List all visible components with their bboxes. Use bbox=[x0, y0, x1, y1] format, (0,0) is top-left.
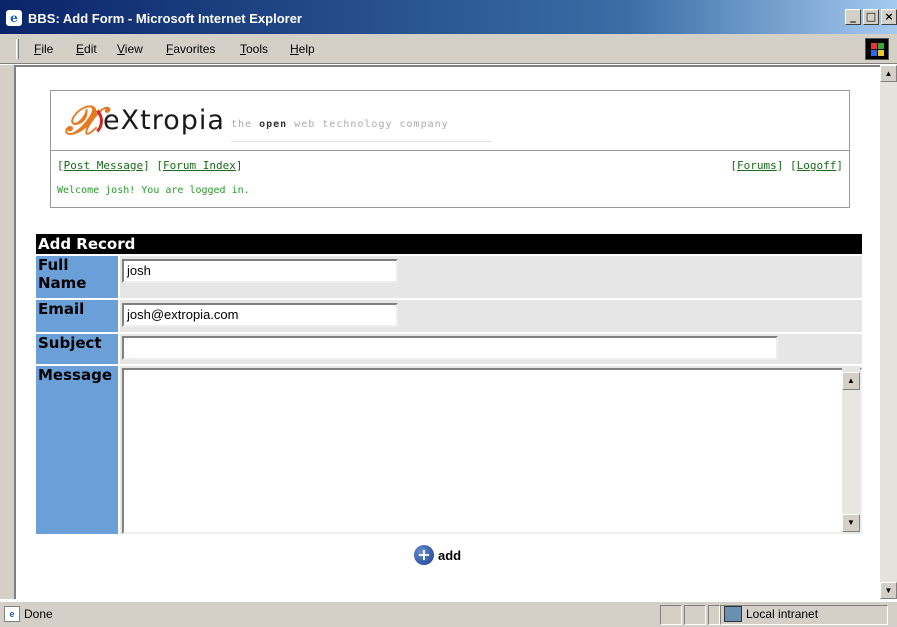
menu-file[interactable]: File bbox=[34, 42, 53, 56]
scroll-up-arrow-icon[interactable]: ▲ bbox=[880, 65, 897, 82]
minimize-button[interactable]: _ bbox=[845, 9, 861, 25]
close-button[interactable]: × bbox=[881, 9, 897, 25]
window-title: BBS: Add Form - Microsoft Internet Explo… bbox=[28, 11, 302, 26]
status-pane-2 bbox=[684, 605, 706, 625]
page-scrollbar[interactable]: ▲ ▼ bbox=[880, 65, 897, 599]
local-intranet-icon bbox=[724, 606, 742, 622]
email-row: Email josh@extropia.com bbox=[36, 300, 862, 332]
tagline-underline bbox=[231, 141, 491, 142]
tagline-post: web technology company bbox=[287, 119, 449, 130]
windows-logo-icon bbox=[865, 38, 889, 60]
security-zone: Local intranet bbox=[724, 606, 818, 622]
menu-edit[interactable]: Edit bbox=[76, 42, 97, 56]
menu-tools[interactable]: Tools bbox=[240, 42, 268, 56]
full-name-label: Full Name bbox=[36, 256, 118, 298]
add-button[interactable]: + add bbox=[414, 545, 461, 565]
welcome-message: Welcome josh! You are logged in. bbox=[57, 185, 250, 196]
message-textarea[interactable] bbox=[122, 368, 862, 534]
post-message-link[interactable]: Post Message bbox=[64, 159, 143, 172]
logoff-link[interactable]: Logoff bbox=[797, 159, 837, 172]
full-name-row: Full Name josh bbox=[36, 256, 862, 298]
forum-index-link[interactable]: Forum Index bbox=[163, 159, 236, 172]
site-header: 𝒳 eXtropia the open web technology compa… bbox=[50, 90, 850, 208]
menu-help[interactable]: Help bbox=[290, 42, 315, 56]
window-title-bar[interactable]: e BBS: Add Form - Microsoft Internet Exp… bbox=[0, 0, 897, 34]
textarea-scroll-down-icon[interactable]: ▼ bbox=[842, 514, 860, 532]
tagline: the open web technology company bbox=[231, 119, 449, 130]
menu-favorites[interactable]: Favorites bbox=[166, 42, 215, 56]
status-text: Done bbox=[24, 607, 53, 621]
form-title: Add Record bbox=[36, 234, 862, 254]
full-name-cell: josh bbox=[120, 256, 862, 298]
maximize-button[interactable]: □ bbox=[863, 9, 879, 25]
status-pane-1 bbox=[660, 605, 682, 625]
tagline-pre: the bbox=[231, 119, 260, 130]
nav-left: [Post Message] [Forum Index] bbox=[57, 159, 243, 172]
scroll-down-arrow-icon[interactable]: ▼ bbox=[880, 582, 897, 599]
message-cell bbox=[120, 366, 862, 534]
tagline-bold: open bbox=[259, 119, 288, 130]
message-scrollbar[interactable]: ▲ ▼ bbox=[842, 368, 860, 534]
menu-bar: File Edit View Favorites Tools Help bbox=[0, 34, 897, 64]
logo-row: 𝒳 eXtropia the open web technology compa… bbox=[51, 91, 849, 151]
zone-text: Local intranet bbox=[746, 607, 819, 621]
menu-view[interactable]: View bbox=[117, 42, 143, 56]
logo-text: eXtropia bbox=[103, 105, 225, 136]
toolbar-grip[interactable] bbox=[16, 39, 19, 59]
email-input[interactable]: josh@extropia.com bbox=[122, 303, 398, 327]
frame-left-border bbox=[0, 65, 14, 599]
email-label: Email bbox=[36, 300, 118, 332]
subject-cell bbox=[120, 334, 862, 364]
textarea-scroll-up-icon[interactable]: ▲ bbox=[842, 372, 860, 390]
ie-icon[interactable]: e bbox=[6, 10, 22, 26]
subject-label: Subject bbox=[36, 334, 118, 364]
add-plus-icon[interactable]: + bbox=[414, 545, 434, 565]
extropia-logo-icon: 𝒳 bbox=[65, 97, 104, 144]
status-done: e Done bbox=[4, 606, 53, 622]
status-bar: e Done Local intranet bbox=[0, 601, 897, 627]
page-done-icon: e bbox=[4, 606, 20, 622]
subject-row: Subject bbox=[36, 334, 862, 364]
message-label: Message bbox=[36, 366, 118, 534]
subject-input[interactable] bbox=[122, 336, 778, 360]
nav-right: [Forums] [Logoff] bbox=[730, 159, 843, 172]
window-controls: _ □ × bbox=[845, 9, 897, 25]
forums-link[interactable]: Forums bbox=[737, 159, 777, 172]
full-name-input[interactable]: josh bbox=[122, 259, 398, 283]
email-cell: josh@extropia.com bbox=[120, 300, 862, 332]
message-row: Message ▲ ▼ bbox=[36, 366, 862, 534]
add-button-label[interactable]: add bbox=[438, 548, 461, 563]
status-pane-3 bbox=[708, 605, 720, 625]
